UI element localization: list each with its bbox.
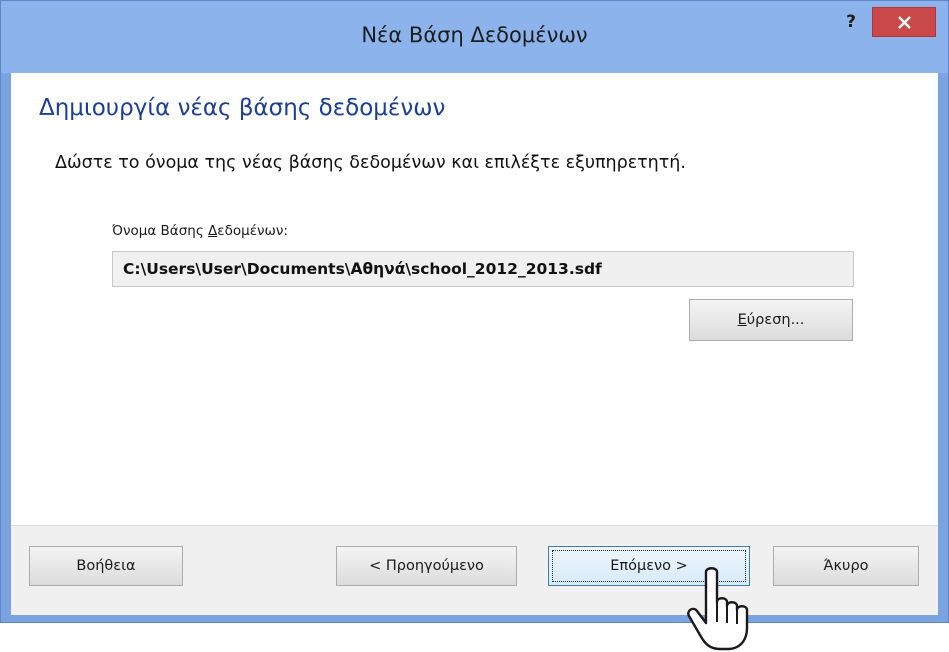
instruction-text: Δώστε το όνομα της νέας βάσης δεδομένων … bbox=[55, 153, 686, 173]
label-mnemonic: Δ bbox=[208, 223, 218, 239]
browse-mnemonic: Ε bbox=[737, 312, 747, 328]
previous-button[interactable]: < Προηγούμενο bbox=[336, 546, 517, 586]
close-icon bbox=[898, 16, 911, 29]
cancel-button[interactable]: Άκυρο bbox=[773, 546, 919, 586]
new-database-dialog: Νέα Βάση Δεδομένων ? Δημιουργία νέας βάσ… bbox=[0, 0, 949, 623]
help-question-button[interactable]: ? bbox=[840, 9, 862, 35]
label-text-start: Όνομα Βάσης bbox=[112, 223, 209, 239]
browse-label: ύρεση... bbox=[746, 312, 805, 328]
dialog-content: Δημιουργία νέας βάσης δεδομένων Δώστε το… bbox=[11, 73, 938, 525]
button-bar: Βοήθεια < Προηγούμενο Επόμενο > Άκυρο bbox=[11, 525, 938, 615]
page-heading: Δημιουργία νέας βάσης δεδομένων bbox=[39, 95, 446, 121]
database-name-label: Όνομα Βάσης Δεδομένων: bbox=[112, 223, 288, 239]
next-button[interactable]: Επόμενο > bbox=[548, 546, 750, 586]
help-button[interactable]: Βοήθεια bbox=[29, 546, 183, 586]
next-button-label: Επόμενο > bbox=[610, 558, 688, 574]
title-bar: Νέα Βάση Δεδομένων ? bbox=[1, 1, 948, 73]
database-name-field[interactable]: C:\Users\User\Documents\Αθηνά\school_201… bbox=[112, 251, 854, 287]
label-text-end: εδομένων: bbox=[217, 223, 288, 239]
close-button[interactable] bbox=[872, 7, 936, 37]
window-title: Νέα Βάση Δεδομένων bbox=[361, 23, 588, 47]
browse-button[interactable]: Εύρεση... bbox=[689, 299, 853, 341]
